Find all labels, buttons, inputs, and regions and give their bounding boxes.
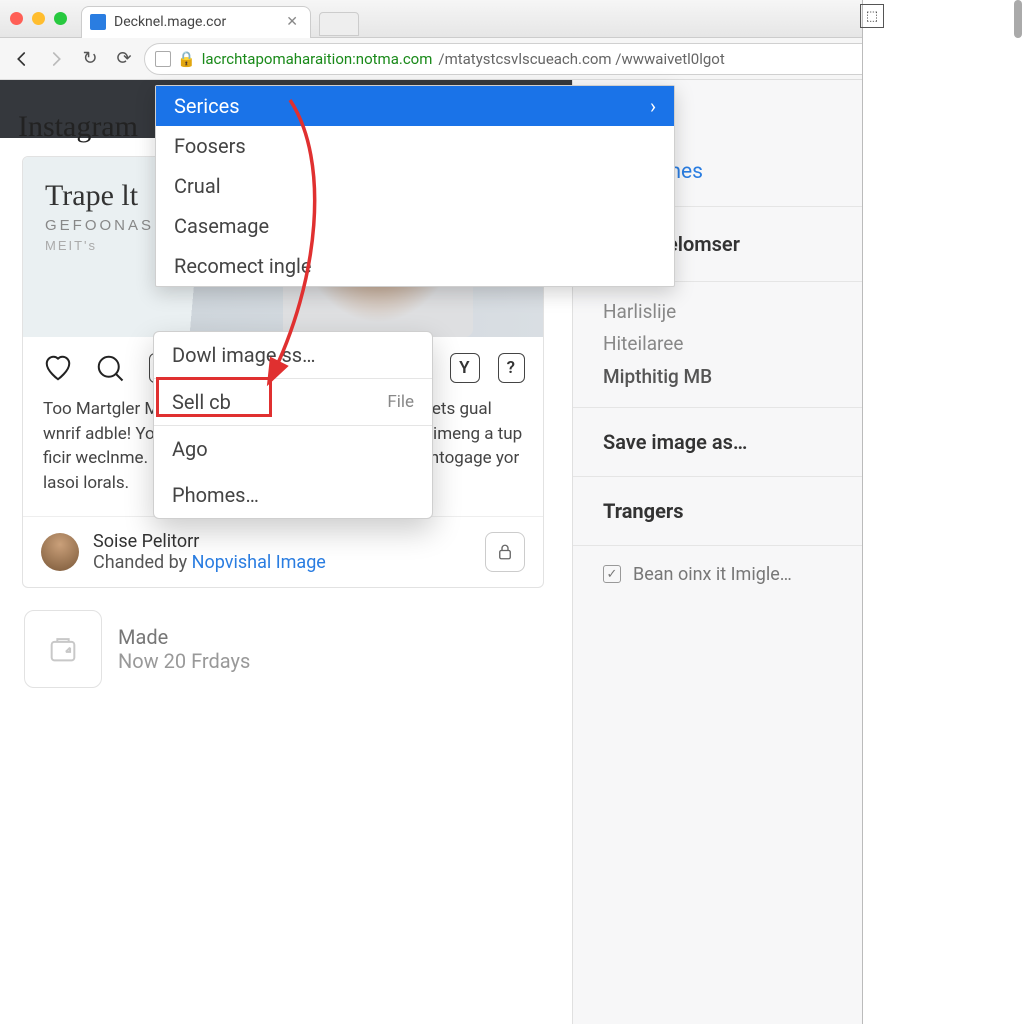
post-footer: Soise Pelitorr Chanded by Nopvishal Imag… [23, 516, 543, 587]
nav-back-button[interactable] [8, 45, 36, 73]
made-title: Made [118, 625, 250, 649]
reload-alt-button[interactable]: ⟳ [110, 45, 138, 73]
like-heart-icon[interactable] [41, 351, 75, 385]
post-lock-button[interactable] [485, 532, 525, 572]
image-overlay-brand: Trape lt [45, 179, 154, 213]
image-overlay-sub2: MEIT's [45, 238, 154, 253]
lock-icon: 🔒 [177, 50, 196, 68]
reload-button[interactable]: ↻ [76, 45, 104, 73]
site-info-icon[interactable] [155, 51, 171, 67]
tab-close-icon[interactable]: ✕ [286, 14, 298, 30]
suggestion-label-0: Serices [174, 94, 240, 118]
nav-forward-button[interactable] [42, 45, 70, 73]
action-pill-y[interactable]: Y [450, 353, 479, 383]
author-name[interactable]: Soise Pelitorr [93, 531, 326, 552]
suggestion-label-2: Crual [174, 174, 221, 198]
suggestion-item-1[interactable]: Foosers [156, 126, 674, 166]
browser-tab-active[interactable]: Decknel.mage.cor ✕ [81, 6, 311, 38]
suggestion-label-4: Recomect ingle [174, 254, 312, 278]
context-menu: Dowl image ss… Sell cb File Ago Phomes… [153, 331, 433, 519]
checkbox-icon[interactable]: ✓ [603, 565, 621, 583]
made-subtitle: Now 20 Frdays [118, 649, 250, 673]
new-tab-button[interactable] [319, 12, 359, 36]
address-bar[interactable]: 🔒 lacrchtapomaharaition:notma.com /mtaty… [144, 43, 914, 75]
extension-icon[interactable]: ⬚ [860, 4, 884, 28]
made-thumb-icon[interactable] [24, 610, 102, 688]
scrollbar-thumb[interactable] [1014, 0, 1022, 38]
window-max-dot[interactable] [54, 12, 67, 25]
search-magnify-icon[interactable] [93, 351, 127, 385]
url-domain: lacrchtapomaharaition:notma.com [202, 50, 433, 68]
ctx-label-2: Ago [172, 437, 208, 461]
suggestion-label-3: Casemage [174, 214, 269, 238]
page-right-edge [862, 0, 1024, 1024]
ctx-hint-1: File [387, 392, 414, 412]
right-block-title: elomser [667, 232, 740, 256]
ctx-label-1: Sell cb [172, 390, 231, 414]
action-pill-q[interactable]: ? [498, 353, 525, 383]
image-overlay-sub1: GEFOONAS [45, 217, 154, 234]
ctx-label-0: Dowl image ss… [172, 343, 316, 367]
right-check-label: Bean oinx it Imigle… [633, 564, 792, 585]
address-suggestions-dropdown: Serices › Foosers Crual Casemage Recomect… [155, 85, 675, 287]
made-card: Made Now 20 Frdays [0, 588, 544, 688]
window-min-dot[interactable] [32, 12, 45, 25]
suggestion-label-1: Foosers [174, 134, 246, 158]
author-avatar[interactable] [41, 533, 79, 571]
suggestion-item-2[interactable]: Crual [156, 166, 674, 206]
ctx-item-download-image[interactable]: Dowl image ss… [154, 332, 432, 378]
footer-link[interactable]: Nopvishal Image [192, 552, 326, 573]
suggestion-item-0[interactable]: Serices › [156, 86, 674, 126]
ctx-label-3: Phomes… [172, 483, 259, 507]
suggestion-item-3[interactable]: Casemage [156, 206, 674, 246]
tab-favicon-icon [90, 14, 106, 30]
ctx-item-ago[interactable]: Ago [154, 426, 432, 472]
window-close-dot[interactable] [10, 12, 23, 25]
chevron-right-icon: › [650, 94, 656, 118]
suggestion-item-4[interactable]: Recomect ingle [156, 246, 674, 286]
tab-title: Decknel.mage.cor [114, 14, 226, 30]
footer-sub-pre: Chanded by [93, 552, 192, 573]
url-path: /mtatystcsvlscueach.com /wwwaivetl0lgot [438, 50, 724, 68]
ctx-item-sell-cb[interactable]: Sell cb File [154, 379, 432, 425]
ctx-item-phomes[interactable]: Phomes… [154, 472, 432, 518]
